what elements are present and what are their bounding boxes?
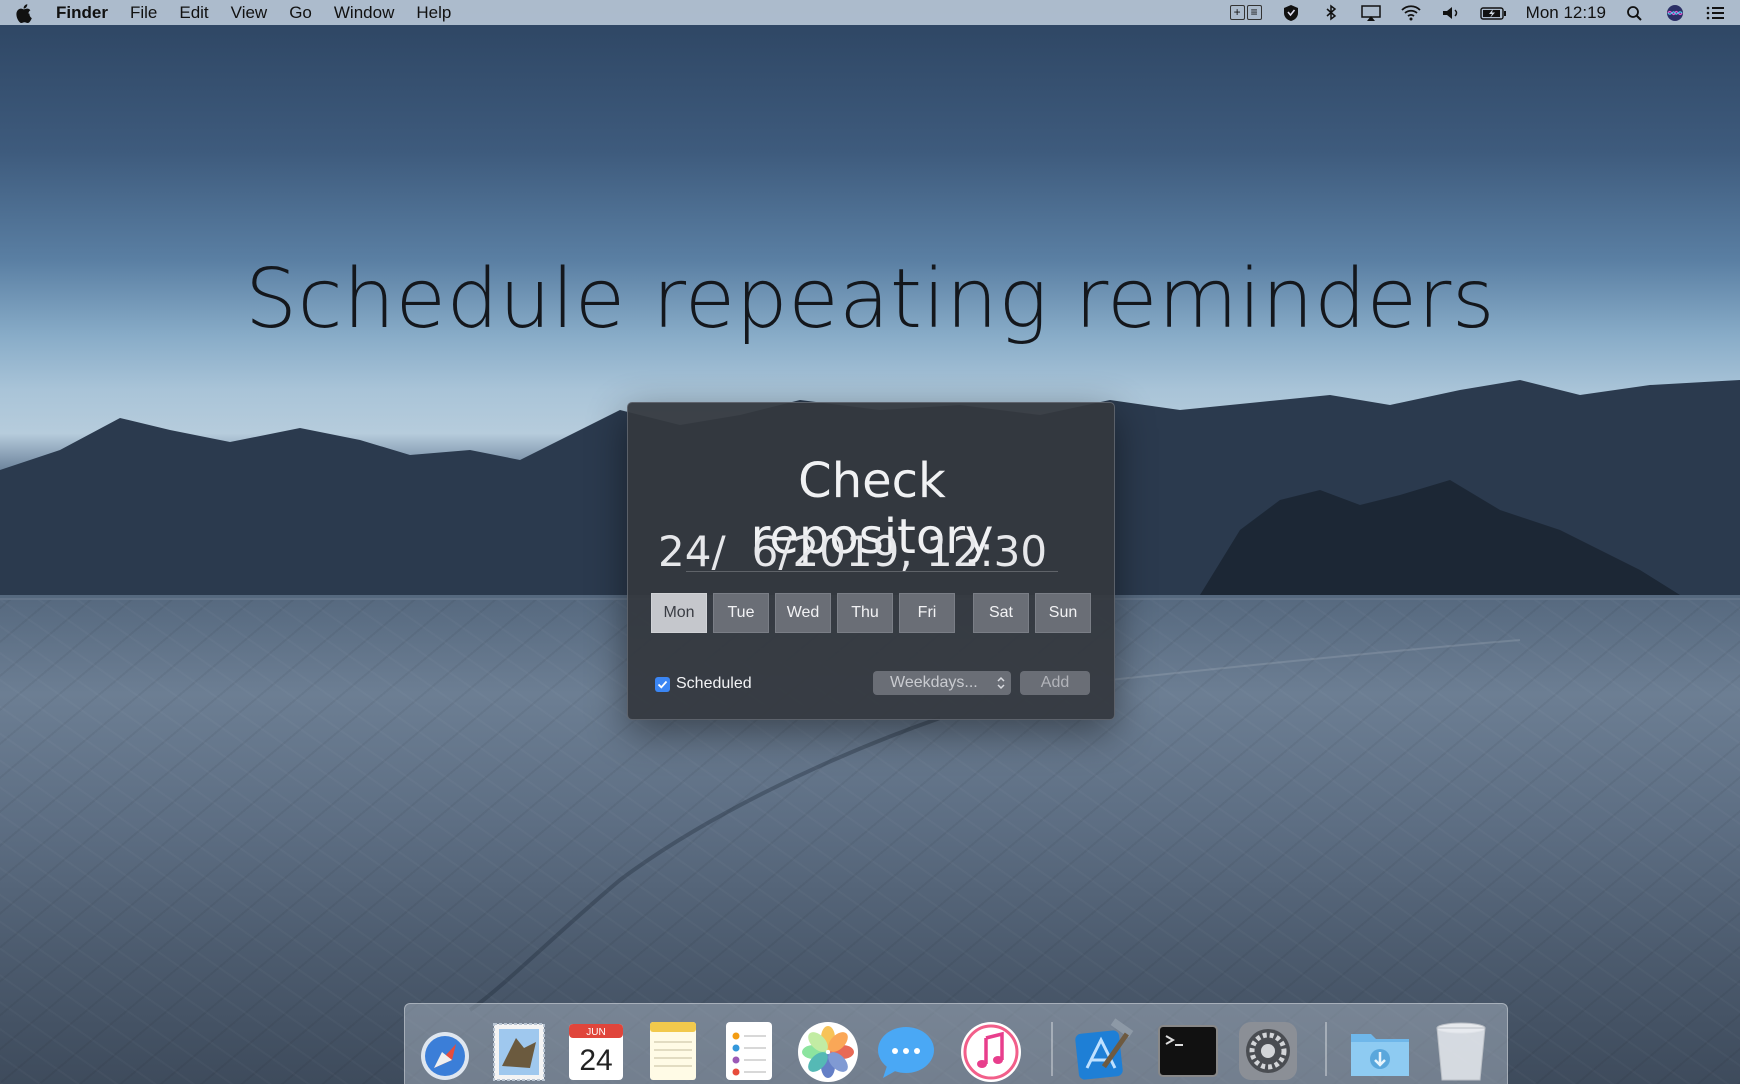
calendar-day: 24	[579, 1044, 612, 1077]
menu-bar: Finder File Edit View Go Window Help + ≡ …	[0, 0, 1740, 25]
calendar-icon[interactable]: JUN 24	[563, 1018, 629, 1084]
airplay-icon[interactable]	[1360, 4, 1382, 22]
dock-separator	[1325, 1022, 1327, 1076]
menu-go[interactable]: Go	[289, 3, 312, 23]
menu-help[interactable]: Help	[416, 3, 451, 23]
day-button-sun[interactable]: Sun	[1035, 593, 1091, 633]
day-button-fri[interactable]: Fri	[899, 593, 955, 633]
notification-center-icon[interactable]	[1704, 4, 1726, 22]
apple-icon[interactable]	[16, 3, 34, 23]
repeat-select[interactable]: Weekdays...	[873, 671, 1011, 695]
dock-separator	[1051, 1022, 1053, 1076]
add-button[interactable]: Add	[1020, 671, 1090, 695]
dock-items: JUN 24	[0, 1010, 1740, 1084]
scheduled-option[interactable]: Scheduled	[655, 675, 752, 693]
shield-icon[interactable]	[1280, 4, 1302, 22]
scheduled-label: Scheduled	[676, 675, 752, 692]
menu-edit[interactable]: Edit	[179, 3, 208, 23]
menu-clock[interactable]: Mon 12:19	[1526, 3, 1606, 23]
mail-icon[interactable]	[486, 1018, 552, 1084]
volume-icon[interactable]	[1440, 4, 1462, 22]
menu-file[interactable]: File	[130, 3, 157, 23]
day-button-thu[interactable]: Thu	[837, 593, 893, 633]
menu-window[interactable]: Window	[334, 3, 394, 23]
battery-icon[interactable]	[1479, 4, 1508, 22]
date-rest-field[interactable]: 6/2019, 12:30	[752, 527, 1048, 576]
chevron-updown-icon	[997, 676, 1005, 690]
notes-icon[interactable]	[640, 1018, 706, 1084]
day-button-sat[interactable]: Sat	[973, 593, 1029, 633]
photos-icon[interactable]	[795, 1018, 861, 1084]
messages-icon[interactable]	[873, 1018, 939, 1084]
day-button-mon[interactable]: Mon	[651, 593, 707, 633]
bluetooth-icon[interactable]	[1320, 4, 1342, 22]
day-button-tue[interactable]: Tue	[713, 593, 769, 633]
system-preferences-icon[interactable]	[1235, 1018, 1301, 1084]
menu-view[interactable]: View	[231, 3, 268, 23]
weekday-selector: Mon Tue Wed Thu Fri Sat Sun	[651, 593, 1097, 633]
day-button-wed[interactable]: Wed	[775, 593, 831, 633]
scheduled-checkbox[interactable]	[655, 676, 670, 692]
reminders-icon[interactable]	[716, 1018, 782, 1084]
reminder-popup: Check repository 24/ 6/2019, 12:30 Mon T…	[627, 402, 1115, 720]
trash-icon[interactable]	[1428, 1018, 1494, 1084]
split-view-icon[interactable]: + ≡	[1229, 5, 1262, 20]
itunes-icon[interactable]	[958, 1018, 1024, 1084]
terminal-icon[interactable]	[1155, 1018, 1221, 1084]
finder-icon[interactable]	[412, 1018, 478, 1084]
repeat-select-value: Weekdays...	[890, 674, 978, 691]
checkmark-icon	[657, 680, 668, 689]
headline: Schedule repeating reminders	[244, 252, 1496, 347]
date-time-picker[interactable]: 24/ 6/2019, 12:30	[658, 527, 1047, 576]
downloads-folder-icon[interactable]	[1347, 1018, 1413, 1084]
wifi-icon[interactable]	[1400, 4, 1422, 22]
date-day-field[interactable]: 24/	[658, 527, 726, 576]
search-icon[interactable]	[1624, 4, 1646, 22]
xcode-icon[interactable]	[1071, 1018, 1137, 1084]
calendar-month: JUN	[586, 1027, 605, 1038]
menu-app-name[interactable]: Finder	[56, 3, 108, 23]
siri-icon[interactable]	[1664, 4, 1686, 22]
